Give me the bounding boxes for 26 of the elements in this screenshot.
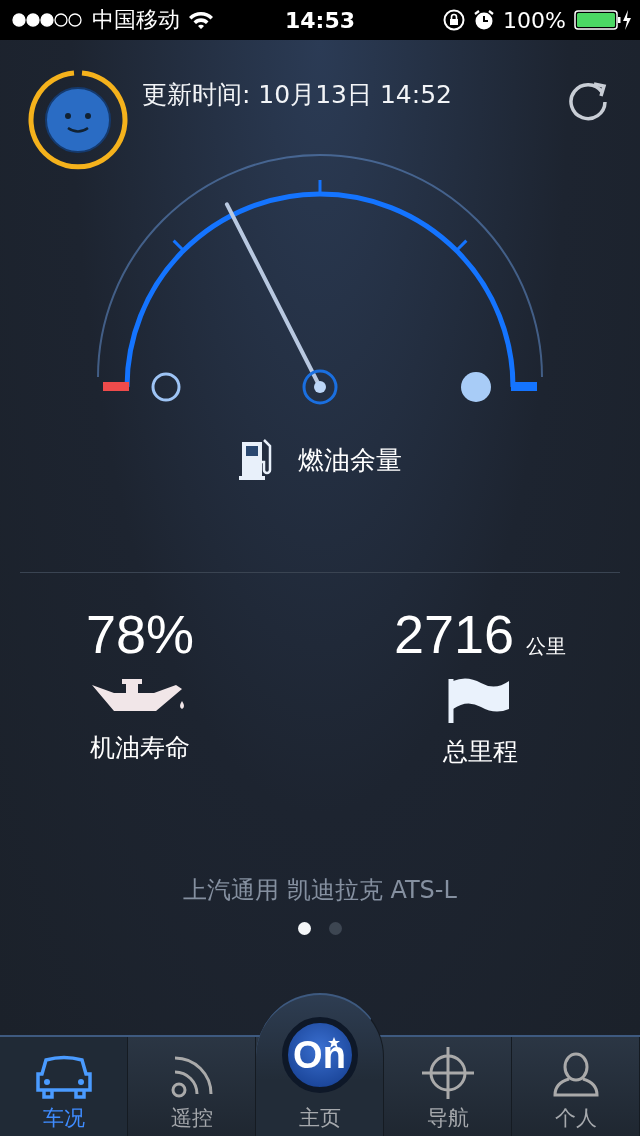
smiley-avatar-icon[interactable] (28, 70, 128, 170)
crosshair-icon (420, 1046, 475, 1100)
stat-value: 78% (85, 603, 195, 665)
wifi-icon (188, 10, 214, 30)
vehicle-model: 上汽通用 凯迪拉克 ATS-L (183, 875, 457, 906)
page-dot[interactable] (329, 922, 342, 935)
rotation-lock-icon (443, 9, 466, 31)
battery-charging-icon (574, 9, 632, 31)
tab-button[interactable]: On 主页 (256, 993, 384, 1136)
carrier-name: 中国移动 (92, 6, 180, 34)
stat-label: 机油寿命 (90, 732, 190, 764)
stat-label: 总里程 (442, 736, 518, 768)
alarm-icon (473, 9, 496, 31)
page-dot[interactable] (298, 922, 311, 935)
clock-time: 14:53 (285, 7, 355, 33)
tab-button[interactable]: 个人 (512, 1037, 640, 1136)
stat-value: 2716 (393, 603, 515, 665)
battery-percent: 100% (503, 7, 566, 33)
onstar-logo: On (281, 1017, 358, 1093)
tab-button[interactable]: 导航 (384, 1037, 512, 1136)
signal-icon (12, 13, 84, 27)
unit-label: 公里 (526, 633, 567, 660)
update-time: 更新时间: 10月13日 14:52 (142, 79, 453, 111)
tab-button[interactable]: 车况 (0, 1037, 128, 1136)
car-icon (33, 1054, 94, 1100)
fuel-label: 燃油余量 (298, 443, 402, 477)
